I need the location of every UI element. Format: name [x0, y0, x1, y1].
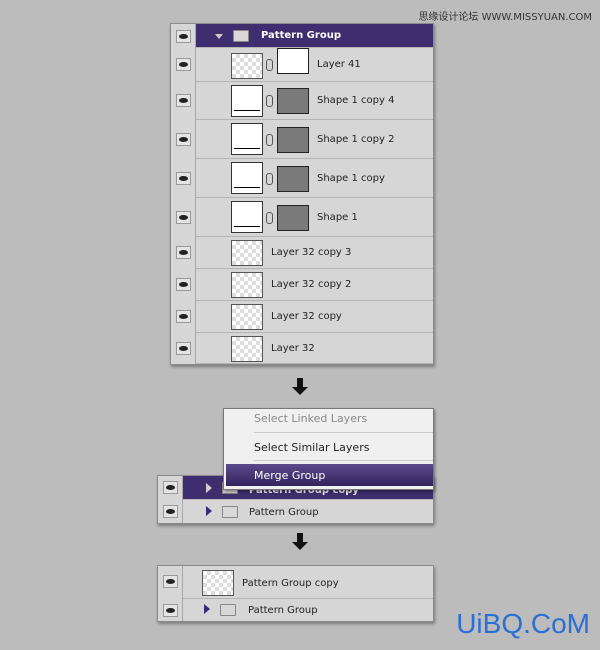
layer-name: Shape 1 copy 4: [317, 95, 395, 106]
expand-triangle-icon[interactable]: [204, 604, 210, 614]
visibility-column: [171, 24, 196, 364]
vector-mask-thumbnail: [277, 88, 309, 114]
menu-item-select-linked-layers[interactable]: Select Linked Layers: [254, 412, 367, 425]
eye-icon[interactable]: [163, 604, 178, 617]
layer-name: Pattern Group: [261, 30, 341, 41]
menu-separator: [254, 432, 433, 433]
visibility-column: [158, 566, 183, 621]
layers-panel-after: Pattern Group copy Pattern Group: [157, 565, 434, 622]
eye-icon[interactable]: [163, 575, 178, 588]
eye-icon[interactable]: [176, 30, 191, 43]
eye-icon[interactable]: [163, 481, 178, 494]
expand-triangle-icon[interactable]: [206, 483, 212, 493]
layer-name: Layer 32 copy: [271, 311, 342, 322]
menu-item-label: Merge Group: [254, 469, 326, 482]
eye-icon[interactable]: [176, 171, 191, 185]
shape-thumbnail: [231, 201, 263, 233]
expand-triangle-icon[interactable]: [206, 506, 212, 516]
layer-row-pattern-group-copy[interactable]: Pattern Group copy: [158, 566, 433, 599]
layer-thumbnail: [231, 53, 263, 79]
folder-icon: [220, 604, 236, 616]
layer-name: Pattern Group: [248, 605, 318, 616]
layer-thumbnail: [202, 570, 234, 596]
chain-link-icon[interactable]: [266, 133, 273, 146]
down-arrow-icon: [292, 533, 308, 550]
layer-name: Shape 1: [317, 211, 358, 223]
context-menu: Select Linked Layers Select Similar Laye…: [223, 408, 434, 490]
eye-icon[interactable]: [176, 132, 191, 146]
layer-row[interactable]: Layer 32 copy: [196, 301, 433, 333]
vector-mask-thumbnail: [277, 204, 309, 231]
watermark-top: 思缘设计论坛 WWW.MISSYUAN.COM: [418, 12, 592, 23]
layer-row[interactable]: Layer 41: [196, 48, 433, 82]
layer-name: Layer 32 copy 3: [271, 247, 352, 258]
eye-icon[interactable]: [163, 505, 178, 518]
layer-name: Shape 1 copy: [317, 172, 385, 184]
folder-icon: [233, 30, 249, 42]
layer-mask-thumbnail: [277, 48, 309, 74]
eye-icon[interactable]: [176, 58, 191, 71]
layer-thumbnail: [231, 272, 263, 298]
shape-thumbnail: [231, 123, 263, 155]
chain-link-icon[interactable]: [266, 211, 273, 224]
chain-link-icon[interactable]: [266, 172, 273, 185]
layer-row-pattern-group[interactable]: Pattern Group: [158, 500, 433, 523]
expand-triangle-icon[interactable]: [215, 34, 223, 39]
layer-thumbnail: [231, 304, 263, 330]
eye-icon[interactable]: [176, 310, 191, 323]
layer-row[interactable]: Shape 1 copy: [196, 159, 433, 198]
chain-link-icon[interactable]: [266, 95, 273, 107]
layer-name: Shape 1 copy 2: [317, 133, 395, 145]
layer-name: Layer 32 copy 2: [271, 279, 352, 290]
layer-thumbnail: [231, 240, 263, 266]
layer-thumbnail: [231, 335, 263, 362]
layer-row-pattern-group[interactable]: Pattern Group: [158, 599, 433, 621]
watermark-bottom: UiBQ.CoM: [456, 608, 590, 639]
vector-mask-thumbnail: [277, 165, 309, 192]
layer-name: Pattern Group copy: [242, 578, 339, 589]
layer-row[interactable]: Shape 1: [196, 198, 433, 237]
eye-icon[interactable]: [176, 278, 191, 291]
layer-row[interactable]: Layer 32 copy 2: [196, 269, 433, 301]
folder-icon: [222, 506, 238, 518]
layer-name: Pattern Group: [249, 507, 319, 518]
layers-panel-before: Pattern Group Layer 41 Shape 1 copy 4 Shap…: [170, 23, 434, 365]
eye-icon[interactable]: [176, 94, 191, 107]
layer-name: Layer 41: [317, 59, 361, 70]
down-arrow-icon: [292, 378, 308, 395]
shape-thumbnail: [231, 85, 263, 117]
layer-row[interactable]: Layer 32 copy 3: [196, 237, 433, 269]
visibility-column: [158, 476, 183, 523]
menu-item-merge-group[interactable]: Merge Group: [226, 464, 433, 486]
vector-mask-thumbnail: [277, 126, 309, 153]
eye-icon[interactable]: [176, 210, 191, 224]
shape-thumbnail: [231, 162, 263, 194]
menu-item-select-similar-layers[interactable]: Select Similar Layers: [254, 441, 369, 454]
eye-icon[interactable]: [176, 246, 191, 259]
menu-separator: [254, 460, 433, 461]
layer-row[interactable]: Shape 1 copy 4: [196, 82, 433, 120]
layer-row[interactable]: Layer 32: [196, 333, 433, 364]
eye-icon[interactable]: [176, 341, 191, 355]
chain-link-icon[interactable]: [266, 59, 273, 71]
layer-row[interactable]: Shape 1 copy 2: [196, 120, 433, 159]
layer-name: Layer 32: [271, 342, 315, 354]
layer-row-pattern-group[interactable]: Pattern Group: [196, 24, 433, 48]
